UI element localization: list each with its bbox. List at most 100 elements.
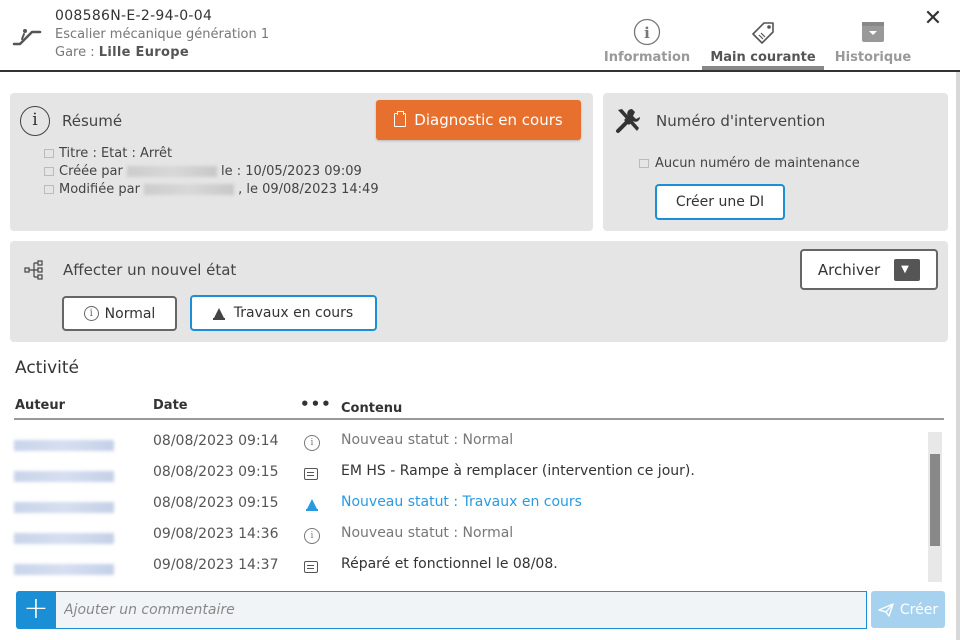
edit-icon [44,149,54,158]
comment-input[interactable] [56,591,867,629]
title-text: Titre : Etat : Arrêt [59,146,173,161]
activity-row[interactable]: 09/08/2023 14:36 i Nouveau statut : Norm… [14,521,924,552]
redacted-author [144,184,235,195]
cone-icon [306,499,318,511]
tools-icon [616,109,640,133]
redacted-author [14,470,114,482]
tab-information[interactable]: i Information [600,18,694,70]
normal-state-button[interactable]: i Normal [62,296,177,331]
created-prefix: Créée par [59,164,123,179]
svg-text:i: i [644,24,650,42]
row-author [14,437,118,453]
send-comment-button[interactable]: Créer [871,591,945,628]
normal-label: Normal [104,305,156,322]
resume-title: Résumé [62,112,123,130]
maintenance-line: Aucun numéro de maintenance [639,156,860,171]
clipboard-icon [394,111,407,127]
intervention-panel: Numéro d'intervention Aucun numéro de ma… [603,93,948,231]
redacted-author [14,563,114,575]
diagnostic-label: Diagnostic en cours [414,111,563,129]
close-icon: ✕ [923,6,943,31]
calendar-icon [44,167,54,176]
row-date: 08/08/2023 09:15 [153,464,279,480]
modified-suffix: , le 09/08/2023 14:49 [238,182,379,197]
info-icon: i [83,306,99,321]
hierarchy-icon [24,260,43,280]
intervention-title: Numéro d'intervention [656,112,826,130]
archive-icon [862,22,884,42]
calendar-icon [44,185,54,194]
column-content[interactable]: Contenu [341,401,402,416]
works-label: Travaux en cours [233,305,354,321]
row-date: 09/08/2023 14:36 [153,526,279,542]
plus-icon: + [23,591,49,626]
activity-row[interactable]: 09/08/2023 14:37 Réparé et fonctionnel l… [14,552,924,583]
tab-historique[interactable]: Historique [828,18,918,70]
redacted-author [14,532,114,544]
state-title: Affecter un nouvel état [63,261,237,279]
diagnostic-status-button[interactable]: Diagnostic en cours [376,100,581,140]
modified-prefix: Modifiée par [59,182,140,197]
info-icon: i [304,528,320,544]
header: 008586N-E-2-94-0-04 Escalier mécanique g… [0,0,960,72]
activity-row[interactable]: 08/08/2023 09:14 i Nouveau statut : Norm… [14,428,924,459]
tab-label: Historique [834,50,912,65]
archive-icon [894,258,921,281]
row-date: 09/08/2023 14:37 [153,557,279,573]
row-author [14,561,118,577]
scrollbar-thumb[interactable] [930,454,940,546]
station-name: Lille Europe [98,45,189,60]
row-content: Réparé et fonctionnel le 08/08. [341,556,558,572]
send-icon [878,602,894,617]
row-author [14,468,118,484]
row-date: 08/08/2023 09:14 [153,433,279,449]
info-icon: i [304,435,320,451]
title-line: Titre : Etat : Arrêt [44,146,172,161]
archive-label: Archiver [817,260,881,279]
state-panel: Affecter un nouvel état Archiver i Norma… [10,241,948,342]
tag-icon [752,22,774,44]
cone-icon [212,308,225,320]
activity-title: Activité [15,358,79,378]
row-author [14,530,118,546]
activity-row[interactable]: 08/08/2023 09:15 EM HS - Rampe à remplac… [14,459,924,490]
create-di-label: Créer une DI [675,194,765,210]
column-date[interactable]: Date [153,398,188,413]
equipment-id: 008586N-E-2-94-0-04 [55,8,213,24]
row-date: 08/08/2023 09:15 [153,495,279,511]
equipment-station: Gare : Lille Europe [55,45,189,60]
escalator-icon [12,29,42,46]
row-content: Nouveau statut : Normal [341,525,514,541]
redacted-author [126,166,217,177]
edit-icon [639,159,649,168]
works-state-button[interactable]: Travaux en cours [190,295,377,331]
info-circle-icon: i [20,106,50,136]
message-icon [304,468,318,480]
activity-row[interactable]: 08/08/2023 09:15 Nouveau statut : Travau… [14,490,924,521]
resume-panel: i Résumé Diagnostic en cours Titre : Eta… [10,93,593,231]
tab-label: Main courante [710,50,816,65]
modified-line: Modifiée par , le 09/08/2023 14:49 [44,182,379,197]
tab-label: Information [603,50,691,65]
archive-button[interactable]: Archiver [800,249,938,290]
message-icon [304,561,318,573]
close-button[interactable]: ✕ [922,8,944,30]
row-content: Nouveau statut : Travaux en cours [341,494,582,510]
row-content: EM HS - Rampe à remplacer (intervention … [341,463,695,479]
tab-main-courante[interactable]: Main courante [702,18,824,70]
redacted-author [14,439,114,451]
created-suffix: le : 10/05/2023 09:09 [220,164,362,179]
column-type[interactable]: ••• [300,395,332,413]
add-attachment-button[interactable]: + [16,591,56,629]
activity-scrollbar[interactable] [928,432,942,582]
column-author[interactable]: Auteur [15,398,65,413]
create-di-button[interactable]: Créer une DI [655,184,785,220]
station-prefix: Gare : [55,45,99,60]
info-circle-icon: i [633,18,661,46]
equipment-type: Escalier mécanique génération 1 [55,27,270,42]
created-line: Créée par le : 10/05/2023 09:09 [44,164,362,179]
row-content: Nouveau statut : Normal [341,432,514,448]
maintenance-text: Aucun numéro de maintenance [655,156,860,171]
header-divider [14,418,944,420]
send-label: Créer [899,601,939,618]
